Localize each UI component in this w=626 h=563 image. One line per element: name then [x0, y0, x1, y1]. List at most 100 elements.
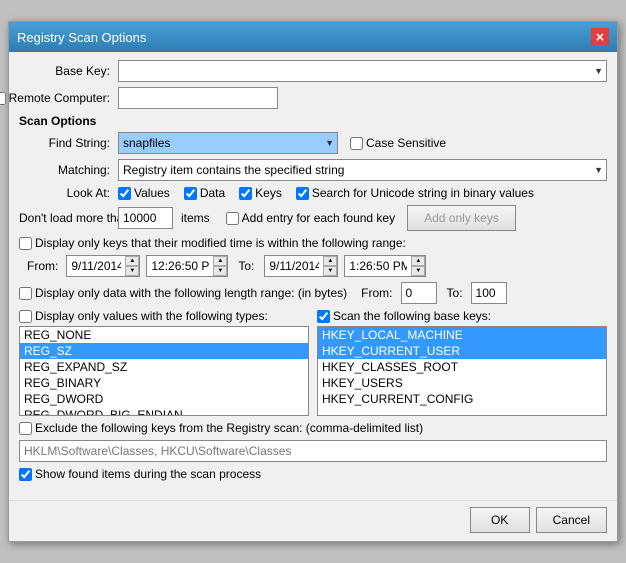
base-key-select[interactable]: [118, 60, 607, 82]
case-sensitive-checkbox[interactable]: [350, 137, 363, 150]
to-date-down-btn[interactable]: ▼: [323, 266, 337, 276]
to-time-spin: ▲ ▼: [411, 256, 425, 276]
display-length-checkbox-label: Display only data with the following len…: [19, 286, 347, 300]
find-string-combo-wrapper: snapfiles ▼: [118, 132, 338, 154]
to-time-down-btn[interactable]: ▼: [411, 266, 425, 276]
matching-select[interactable]: Registry item contains the specified str…: [118, 159, 607, 181]
close-button[interactable]: ✕: [591, 28, 609, 46]
list-item[interactable]: REG_NONE: [20, 327, 308, 343]
base-key-combo-wrapper: ▼: [118, 60, 607, 82]
show-found-checkbox-label: Show found items during the scan process: [19, 467, 261, 481]
list-item[interactable]: HKEY_CURRENT_USER: [318, 343, 606, 359]
from-date-spin: ▲ ▼: [125, 256, 139, 276]
remote-computer-checkbox[interactable]: [0, 92, 6, 105]
remote-computer-checkbox-label: Remote Computer:: [0, 91, 110, 105]
scan-base-keys-label: Scan the following base keys:: [333, 309, 491, 323]
to-date-wrapper: ▲ ▼: [264, 255, 338, 277]
list-item[interactable]: HKEY_LOCAL_MACHINE: [318, 327, 606, 343]
from-date-down-btn[interactable]: ▼: [125, 266, 139, 276]
display-types-section: Display only values with the following t…: [19, 309, 309, 416]
from-time-down-btn[interactable]: ▼: [213, 266, 227, 276]
show-found-row: Show found items during the scan process: [19, 467, 607, 481]
bottom-buttons: OK Cancel: [9, 500, 617, 541]
to-date-up-btn[interactable]: ▲: [323, 256, 337, 266]
scan-options-title: Scan Options: [19, 114, 607, 128]
dont-load-input[interactable]: [118, 207, 173, 229]
matching-row: Matching: Registry item contains the spe…: [19, 159, 607, 181]
list-item[interactable]: REG_SZ: [20, 343, 308, 359]
unicode-checkbox-label: Search for Unicode string in binary valu…: [296, 186, 534, 200]
dialog-content: Base Key: ▼ Remote Computer: Scan Option…: [9, 52, 617, 496]
keys-checkbox[interactable]: [239, 187, 252, 200]
display-types-checkbox[interactable]: [19, 310, 32, 323]
items-label: items: [181, 211, 210, 225]
exclude-keys-checkbox[interactable]: [19, 422, 32, 435]
list-item[interactable]: HKEY_USERS: [318, 375, 606, 391]
registry-scan-dialog: Registry Scan Options ✕ Base Key: ▼ Remo…: [8, 21, 618, 542]
show-found-checkbox[interactable]: [19, 468, 32, 481]
display-types-checkbox-label: Display only values with the following t…: [19, 309, 268, 323]
values-checkbox[interactable]: [118, 187, 131, 200]
keys-label: Keys: [255, 186, 282, 200]
data-label: Data: [200, 186, 225, 200]
add-entry-checkbox[interactable]: [226, 212, 239, 225]
to-date-spin: ▲ ▼: [323, 256, 337, 276]
data-checkbox[interactable]: [184, 187, 197, 200]
remote-computer-input[interactable]: [118, 87, 278, 109]
display-modified-checkbox[interactable]: [19, 237, 32, 250]
look-at-row: Look At: Values Data Keys Search for Uni…: [19, 186, 607, 200]
list-item[interactable]: HKEY_CLASSES_ROOT: [318, 359, 606, 375]
look-at-label: Look At:: [19, 186, 114, 200]
exclude-keys-input[interactable]: [19, 440, 607, 462]
find-string-select[interactable]: snapfiles: [118, 132, 338, 154]
exclude-keys-input-row: [19, 440, 607, 462]
dialog-title: Registry Scan Options: [17, 30, 146, 45]
length-to-label: To:: [447, 286, 463, 300]
add-only-keys-button[interactable]: Add only keys: [407, 205, 516, 231]
exclude-keys-checkbox-label: Exclude the following keys from the Regi…: [19, 421, 423, 435]
data-checkbox-label: Data: [184, 186, 225, 200]
add-entry-checkbox-label: Add entry for each found key: [226, 211, 395, 225]
display-modified-label: Display only keys that their modified ti…: [35, 236, 406, 250]
display-types-listbox[interactable]: REG_NONE REG_SZ REG_EXPAND_SZ REG_BINARY…: [19, 326, 309, 416]
scan-base-keys-listbox[interactable]: HKEY_LOCAL_MACHINE HKEY_CURRENT_USER HKE…: [317, 326, 607, 416]
cancel-button[interactable]: Cancel: [536, 507, 607, 533]
from-date-up-btn[interactable]: ▲: [125, 256, 139, 266]
case-sensitive-checkbox-label: Case Sensitive: [350, 136, 446, 150]
display-types-label: Display only values with the following t…: [35, 309, 268, 323]
length-from-input[interactable]: [401, 282, 437, 304]
from-time-wrapper: ▲ ▼: [146, 255, 228, 277]
matching-combo-wrapper: Registry item contains the specified str…: [118, 159, 607, 181]
length-to-input[interactable]: [471, 282, 507, 304]
title-bar: Registry Scan Options ✕: [9, 22, 617, 52]
unicode-label: Search for Unicode string in binary valu…: [312, 186, 534, 200]
list-item[interactable]: REG_DWORD_BIG_ENDIAN: [20, 407, 308, 416]
dont-load-row: Don't load more than items Add entry for…: [19, 205, 607, 231]
list-item[interactable]: HKEY_CURRENT_CONFIG: [318, 391, 606, 407]
display-length-checkbox[interactable]: [19, 287, 32, 300]
to-label: To:: [238, 259, 254, 273]
dont-load-label: Don't load more than: [19, 211, 114, 225]
values-checkbox-label: Values: [118, 186, 170, 200]
base-key-label: Base Key:: [19, 64, 114, 78]
case-sensitive-label: Case Sensitive: [366, 136, 446, 150]
list-item[interactable]: REG_DWORD: [20, 391, 308, 407]
add-entry-label: Add entry for each found key: [242, 211, 395, 225]
scan-base-keys-section: Scan the following base keys: HKEY_LOCAL…: [317, 309, 607, 416]
scan-base-keys-header-row: Scan the following base keys:: [317, 309, 607, 323]
display-length-label: Display only data with the following len…: [35, 286, 347, 300]
unicode-checkbox[interactable]: [296, 187, 309, 200]
remote-computer-label: Remote Computer:: [9, 91, 110, 105]
to-time-up-btn[interactable]: ▲: [411, 256, 425, 266]
length-from-label: From:: [361, 286, 392, 300]
list-item[interactable]: REG_BINARY: [20, 375, 308, 391]
to-time-wrapper: ▲ ▼: [344, 255, 426, 277]
display-modified-checkbox-label: Display only keys that their modified ti…: [19, 236, 406, 250]
matching-label: Matching:: [19, 163, 114, 177]
from-time-up-btn[interactable]: ▲: [213, 256, 227, 266]
ok-button[interactable]: OK: [470, 507, 530, 533]
display-modified-row: Display only keys that their modified ti…: [19, 236, 607, 250]
list-item[interactable]: REG_EXPAND_SZ: [20, 359, 308, 375]
two-lists-section: Display only values with the following t…: [19, 309, 607, 416]
scan-base-keys-checkbox[interactable]: [317, 310, 330, 323]
